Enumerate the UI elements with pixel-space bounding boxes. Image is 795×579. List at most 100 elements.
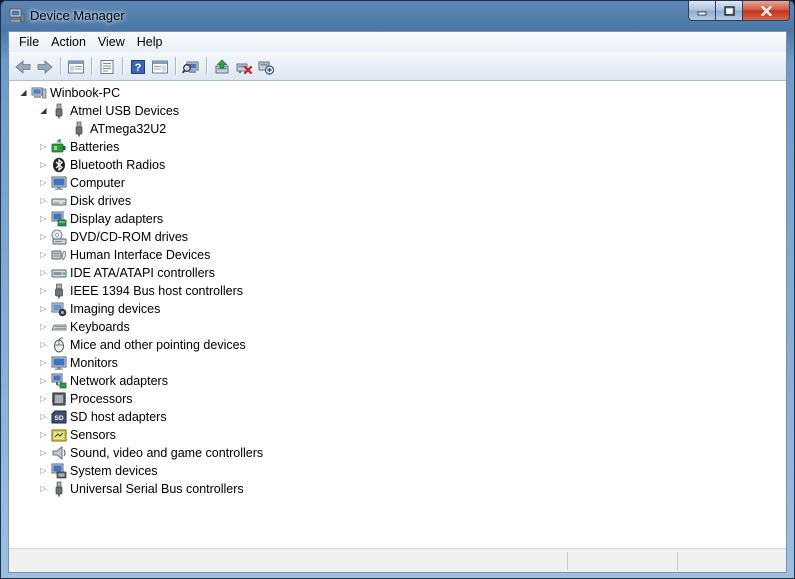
scan-hardware-button[interactable] bbox=[180, 56, 202, 78]
bluetooth-icon bbox=[51, 157, 67, 173]
expand-arrow-icon[interactable]: ▷ bbox=[39, 485, 48, 494]
tree-category[interactable]: ▷ IEEE 1394 Bus host controllers bbox=[39, 282, 243, 300]
display-adapter-icon bbox=[51, 211, 67, 227]
expand-arrow-icon[interactable]: ▷ bbox=[39, 215, 48, 224]
tree-item-label: Mice and other pointing devices bbox=[70, 338, 246, 352]
uninstall-button[interactable] bbox=[233, 56, 255, 78]
usb-plug-icon bbox=[51, 103, 67, 119]
expand-arrow-icon[interactable]: ▷ bbox=[39, 197, 48, 206]
collapse-arrow-icon[interactable]: ◢ bbox=[19, 89, 28, 98]
device-tree: ◢ Winbook-PC ◢ Atmel USB Devices ATmega32U2 ▷… bbox=[9, 82, 786, 548]
tree-category[interactable]: ▷ IDE ATA/ATAPI controllers bbox=[39, 264, 215, 282]
sd-card-icon: SD bbox=[51, 409, 67, 425]
menu-file[interactable]: File bbox=[13, 32, 45, 52]
tree-category[interactable]: ▷ Keyboards bbox=[39, 318, 129, 336]
expand-arrow-icon[interactable]: ▷ bbox=[39, 287, 48, 296]
tree-category[interactable]: ▷ DVD/CD-ROM drives bbox=[39, 228, 188, 246]
expand-arrow-icon[interactable]: ▷ bbox=[39, 143, 48, 152]
expand-arrow-icon[interactable]: ▷ bbox=[39, 449, 48, 458]
expand-arrow-icon[interactable]: ▷ bbox=[39, 161, 48, 170]
svg-text:?: ? bbox=[135, 62, 142, 74]
disable-device-button[interactable] bbox=[255, 56, 277, 78]
tree-item-label: Winbook-PC bbox=[50, 86, 121, 100]
collapse-arrow-icon[interactable]: ◢ bbox=[39, 107, 48, 116]
disable-device-icon bbox=[258, 61, 275, 75]
expand-arrow-icon[interactable]: ▷ bbox=[39, 467, 48, 476]
forward-button[interactable] bbox=[34, 56, 56, 78]
tree-category[interactable]: ▷ SD SD host adapters bbox=[39, 408, 166, 426]
expand-arrow-icon[interactable]: ▷ bbox=[39, 179, 48, 188]
computer-icon bbox=[31, 85, 47, 101]
action-pane-icon bbox=[152, 60, 168, 74]
tree-category[interactable]: ▷ Sensors bbox=[39, 426, 115, 444]
back-button[interactable] bbox=[12, 56, 34, 78]
show-action-pane-button[interactable] bbox=[149, 56, 171, 78]
maximize-button[interactable] bbox=[716, 1, 743, 21]
expand-arrow-icon[interactable]: ▷ bbox=[39, 323, 48, 332]
tree-item-label: Batteries bbox=[70, 140, 120, 154]
expand-arrow-icon[interactable]: ▷ bbox=[39, 431, 48, 440]
firewire-icon bbox=[51, 283, 67, 299]
status-bar bbox=[9, 548, 786, 572]
tree-item-label: Imaging devices bbox=[70, 302, 161, 316]
help-icon: ? bbox=[131, 60, 145, 74]
close-button[interactable] bbox=[743, 1, 790, 21]
tree-item-label: Processors bbox=[70, 392, 133, 406]
minimize-icon bbox=[697, 11, 707, 15]
menu-view[interactable]: View bbox=[92, 32, 131, 52]
tree-item-label: DVD/CD-ROM drives bbox=[70, 230, 189, 244]
title-bar[interactable]: Device Manager bbox=[1, 1, 794, 31]
expand-arrow-icon[interactable]: ▷ bbox=[39, 395, 48, 404]
expand-arrow-icon[interactable]: ▷ bbox=[39, 269, 48, 278]
keyboard-icon bbox=[51, 319, 67, 335]
expand-arrow-icon[interactable]: ▷ bbox=[39, 251, 48, 260]
tree-item-label: Sound, video and game controllers bbox=[70, 446, 264, 460]
usb-plug-icon bbox=[71, 121, 87, 137]
show-hide-console-tree-button[interactable] bbox=[65, 56, 87, 78]
client-area: File Action View Help ? ◢ Winbook-PC ◢ A… bbox=[8, 31, 787, 573]
tree-category[interactable]: ▷ System devices bbox=[39, 462, 158, 480]
menu-help[interactable]: Help bbox=[131, 32, 169, 52]
tree-category[interactable]: ▷ Mice and other pointing devices bbox=[39, 336, 246, 354]
device-manager-window: Device Manager File Action View Help ? ◢… bbox=[0, 0, 795, 579]
tree-category[interactable]: ▷ Network adapters bbox=[39, 372, 168, 390]
menu-bar: File Action View Help bbox=[9, 32, 786, 52]
svg-text:SD: SD bbox=[54, 415, 63, 422]
tree-root-computer[interactable]: ◢ Winbook-PC bbox=[19, 84, 120, 102]
tree-category[interactable]: ▷ Batteries bbox=[39, 138, 119, 156]
expand-arrow-icon[interactable]: ▷ bbox=[39, 305, 48, 314]
tree-category[interactable]: ▷ Disk drives bbox=[39, 192, 131, 210]
minimize-button[interactable] bbox=[688, 1, 716, 21]
expand-arrow-icon[interactable]: ▷ bbox=[39, 377, 48, 386]
tree-category[interactable]: ▷ Human Interface Devices bbox=[39, 246, 210, 264]
tree-category[interactable]: ▷ Computer bbox=[39, 174, 125, 192]
tree-item-label: Bluetooth Radios bbox=[70, 158, 166, 172]
tree-category[interactable]: ◢ Atmel USB Devices bbox=[39, 102, 179, 120]
tree-item-label: Universal Serial Bus controllers bbox=[70, 482, 244, 496]
update-driver-button[interactable] bbox=[211, 56, 233, 78]
tree-category[interactable]: ▷ Imaging devices bbox=[39, 300, 160, 318]
menu-action[interactable]: Action bbox=[45, 32, 92, 52]
tree-category[interactable]: ▷ Processors bbox=[39, 390, 133, 408]
tree-category[interactable]: ▷ Monitors bbox=[39, 354, 118, 372]
expand-arrow-icon[interactable]: ▷ bbox=[39, 413, 48, 422]
tree-item-label: IEEE 1394 Bus host controllers bbox=[70, 284, 244, 298]
properties-button[interactable] bbox=[96, 56, 118, 78]
tree-category[interactable]: ▷ Bluetooth Radios bbox=[39, 156, 165, 174]
expand-arrow-icon[interactable]: ▷ bbox=[39, 233, 48, 242]
speaker-icon bbox=[51, 445, 67, 461]
mouse-icon bbox=[51, 337, 67, 353]
processor-icon bbox=[51, 391, 67, 407]
ide-controller-icon bbox=[51, 265, 67, 281]
tree-device[interactable]: ATmega32U2 bbox=[59, 120, 166, 138]
tree-category[interactable]: ▷ Display adapters bbox=[39, 210, 163, 228]
device-manager-icon bbox=[9, 8, 25, 23]
dvd-drive-icon bbox=[51, 229, 67, 245]
status-pane bbox=[567, 552, 568, 570]
tree-category[interactable]: ▷ Sound, video and game controllers bbox=[39, 444, 263, 462]
expand-arrow-icon[interactable]: ▷ bbox=[39, 341, 48, 350]
expand-arrow-icon[interactable]: ▷ bbox=[39, 359, 48, 368]
tree-category[interactable]: ▷ Universal Serial Bus controllers bbox=[39, 480, 244, 498]
help-button[interactable]: ? bbox=[127, 56, 149, 78]
